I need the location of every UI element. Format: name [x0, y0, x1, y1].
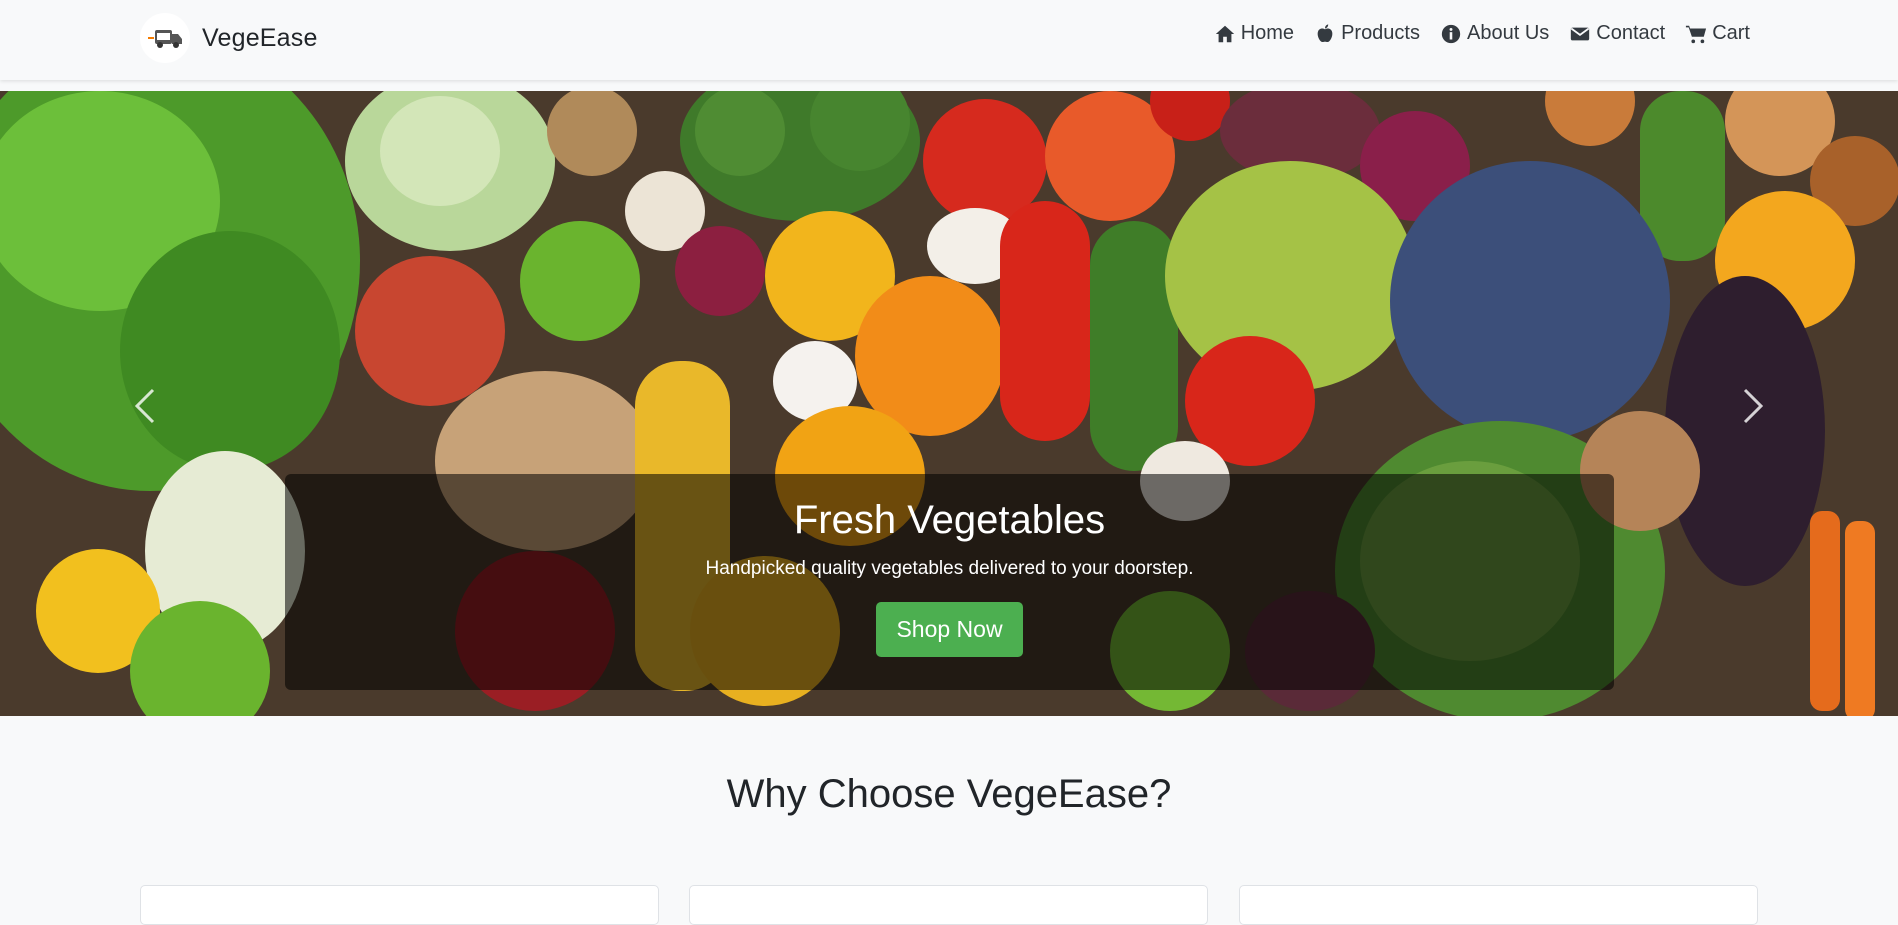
nav-products-label: Products — [1341, 22, 1420, 44]
chevron-left-icon — [134, 388, 155, 424]
nav-contact[interactable]: Contact — [1569, 22, 1665, 45]
feature-card — [140, 885, 659, 925]
nav-about-label: About Us — [1467, 22, 1550, 44]
nav-home-label: Home — [1240, 22, 1295, 44]
feature-card — [1239, 885, 1758, 925]
carousel-caption: Fresh Vegetables Handpicked quality vege… — [285, 474, 1614, 690]
envelope-icon — [1571, 27, 1590, 40]
nav-about[interactable]: About Us — [1440, 22, 1549, 45]
brand-link[interactable]: VegeEase — [140, 12, 318, 64]
carousel-next-button[interactable] — [1723, 371, 1783, 441]
why-section-title: Why Choose VegeEase? — [726, 772, 1172, 816]
nav-products[interactable]: Products — [1314, 22, 1420, 45]
main-nav: Home Products About Us Contact Cart — [1214, 22, 1750, 45]
chevron-right-icon — [1743, 388, 1764, 424]
nav-home[interactable]: Home — [1214, 22, 1294, 45]
delivery-truck-logo — [140, 13, 190, 63]
hero-title: Fresh Vegetables — [793, 498, 1106, 542]
nav-cart[interactable]: Cart — [1685, 22, 1750, 45]
hero-carousel: Fresh Vegetables Handpicked quality vege… — [0, 91, 1898, 716]
apple-icon — [1317, 23, 1333, 42]
hero-subtitle: Handpicked quality vegetables delivered … — [705, 558, 1194, 579]
home-icon — [1215, 25, 1234, 42]
carousel-prev-button[interactable] — [115, 371, 175, 441]
nav-contact-label: Contact — [1596, 22, 1666, 44]
info-icon — [1441, 24, 1461, 43]
brand-name: VegeEase — [202, 23, 318, 52]
shop-now-button[interactable]: Shop Now — [876, 602, 1023, 657]
nav-cart-label: Cart — [1712, 22, 1750, 44]
feature-card — [689, 885, 1208, 925]
cart-icon — [1686, 25, 1707, 43]
navbar: VegeEase Home Products About Us Contact … — [0, 0, 1898, 80]
